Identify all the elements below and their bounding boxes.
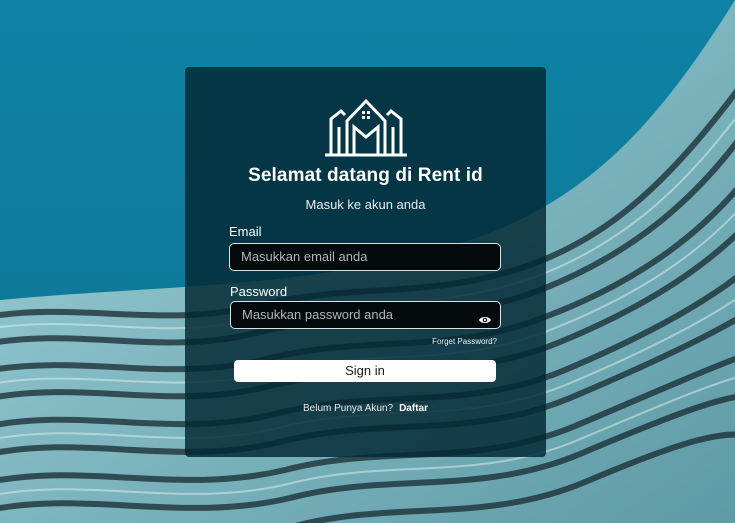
eye-icon[interactable]: [478, 309, 492, 323]
register-prompt: Belum Punya Akun?: [303, 403, 394, 414]
login-card: Selamat datang di Rent id Masuk ke akun …: [185, 67, 546, 457]
sign-in-button[interactable]: Sign in: [234, 360, 496, 382]
email-label: Email: [229, 224, 262, 239]
forgot-password-link[interactable]: Forget Password?: [432, 337, 497, 346]
register-row: Belum Punya Akun? Daftar: [185, 403, 546, 414]
register-link[interactable]: Daftar: [399, 403, 428, 414]
email-placeholder: Masukkan email anda: [241, 249, 368, 264]
email-field[interactable]: Masukkan email anda: [229, 243, 501, 271]
page-title: Selamat datang di Rent id: [248, 165, 483, 186]
password-label: Password: [230, 284, 288, 299]
password-field[interactable]: Masukkan password anda: [230, 301, 501, 329]
page-subtitle: Masuk ke akun anda: [305, 197, 426, 212]
house-logo-icon: [323, 97, 409, 157]
password-placeholder: Masukkan password anda: [242, 307, 394, 322]
